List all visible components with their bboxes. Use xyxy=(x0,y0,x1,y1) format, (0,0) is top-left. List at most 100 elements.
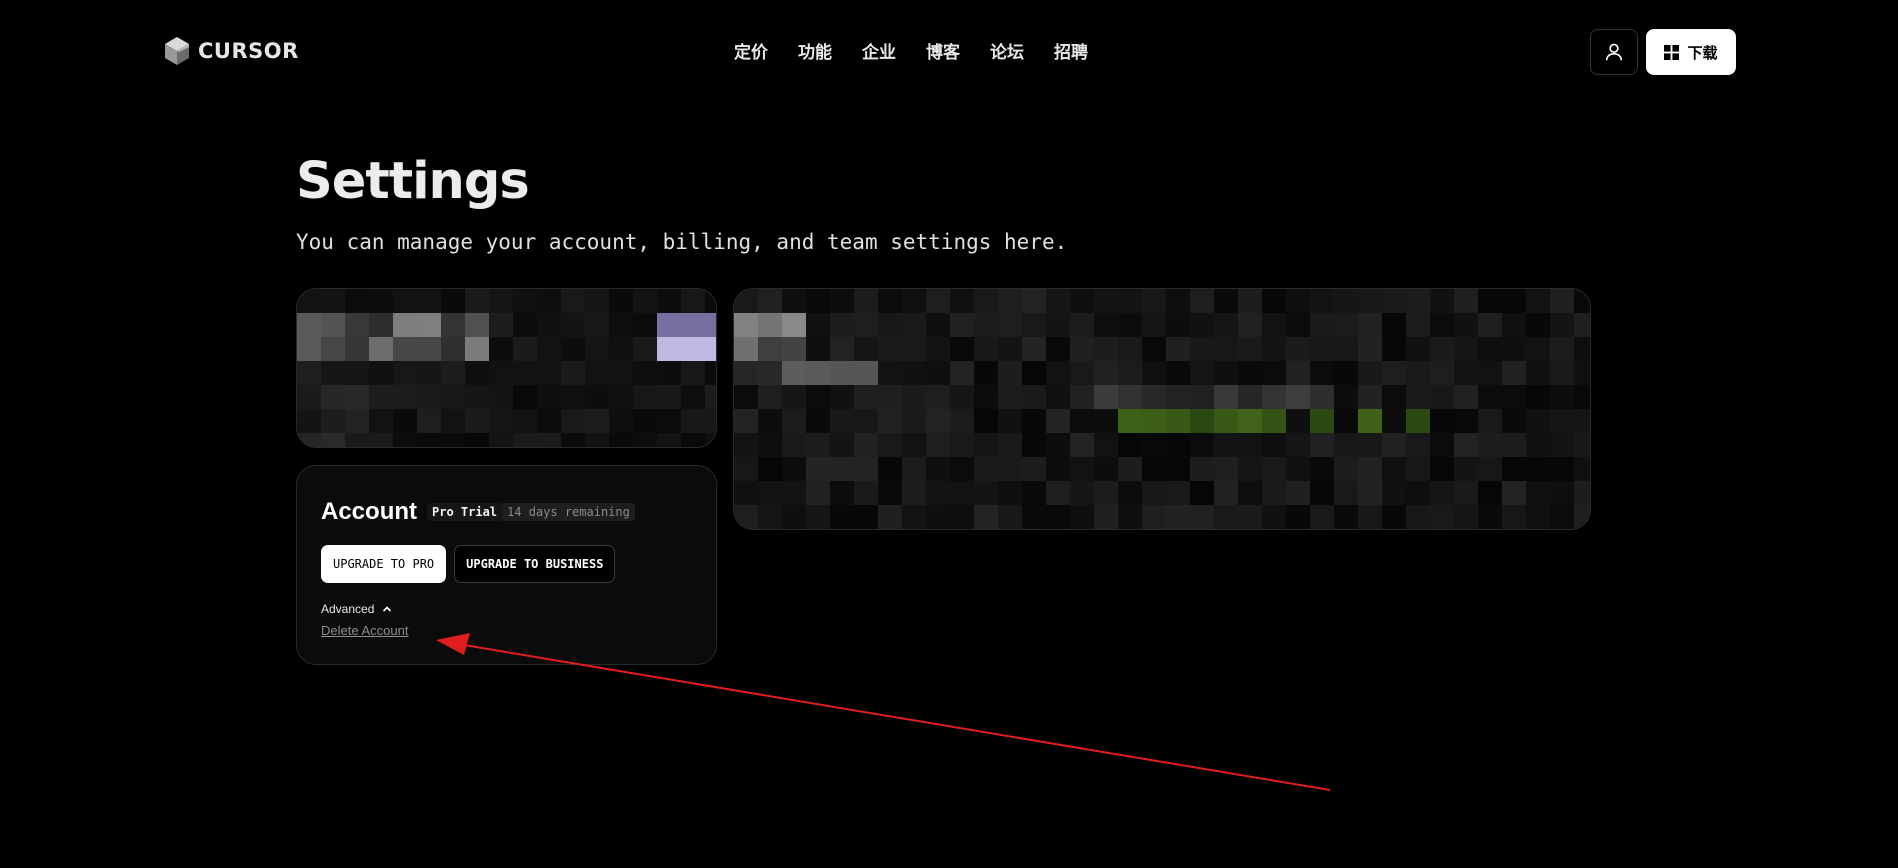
redacted-pixel xyxy=(830,289,854,313)
redacted-pixel xyxy=(1166,313,1190,337)
redacted-pixel xyxy=(1142,409,1166,433)
nav-item-enterprise[interactable]: 企业 xyxy=(862,38,896,63)
account-header: Account Pro Trial 14 days remaining xyxy=(321,498,635,526)
redacted-pixel xyxy=(902,409,926,433)
redacted-pixel xyxy=(681,289,705,313)
advanced-toggle[interactable]: Advanced xyxy=(321,602,393,616)
redacted-pixel xyxy=(609,433,633,447)
redacted-pixel xyxy=(806,409,830,433)
redacted-pixel xyxy=(1502,337,1526,361)
redacted-pixel xyxy=(345,361,369,385)
nav-item-features[interactable]: 功能 xyxy=(798,38,832,63)
redacted-pixel xyxy=(1142,481,1166,505)
redacted-pixel xyxy=(345,337,369,361)
redacted-pixel xyxy=(1262,289,1286,313)
redacted-pixel xyxy=(1454,385,1478,409)
redacted-pixel xyxy=(1478,457,1502,481)
account-button[interactable] xyxy=(1590,29,1638,75)
redacted-pixel xyxy=(806,505,830,529)
redacted-pixel xyxy=(681,409,705,433)
redacted-pixel xyxy=(561,361,585,385)
redacted-pixel xyxy=(1022,481,1046,505)
redacted-pixel xyxy=(1382,481,1406,505)
redacted-pixel xyxy=(854,289,878,313)
redacted-pixel xyxy=(1166,289,1190,313)
redacted-pixel xyxy=(561,313,585,337)
redacted-pixel xyxy=(758,481,782,505)
redacted-pixel xyxy=(950,505,974,529)
redacted-pixel xyxy=(1214,313,1238,337)
cursor-logo[interactable]: CURSOR xyxy=(164,36,299,66)
redacted-pixel xyxy=(585,361,609,385)
redacted-pixel xyxy=(657,337,681,361)
redacted-pixel xyxy=(1190,361,1214,385)
redacted-pixel xyxy=(1310,313,1334,337)
redacted-pixel xyxy=(1214,457,1238,481)
redacted-pixel xyxy=(705,289,716,313)
redacted-pixel xyxy=(1406,481,1430,505)
redacted-pixel xyxy=(734,337,758,361)
redacted-pixel xyxy=(1166,433,1190,457)
redacted-pixel xyxy=(1478,433,1502,457)
nav-item-forum[interactable]: 论坛 xyxy=(990,38,1024,63)
redacted-pixel xyxy=(705,385,716,409)
redacted-pixel xyxy=(1046,433,1070,457)
redacted-pixel xyxy=(782,385,806,409)
redacted-pixel xyxy=(1022,361,1046,385)
redacted-pixel xyxy=(321,289,345,313)
redacted-pixel xyxy=(633,313,657,337)
nav-item-blog[interactable]: 博客 xyxy=(926,38,960,63)
redacted-pixel xyxy=(974,337,998,361)
redacted-pixel xyxy=(1022,457,1046,481)
redacted-pixel xyxy=(1334,433,1358,457)
redacted-pixel xyxy=(1382,337,1406,361)
nav-item-pricing[interactable]: 定价 xyxy=(734,38,768,63)
redacted-pixel xyxy=(1214,289,1238,313)
user-icon xyxy=(1605,43,1623,61)
redacted-pixel xyxy=(974,505,998,529)
redacted-pixel xyxy=(1070,409,1094,433)
redacted-pixel xyxy=(1358,505,1382,529)
redacted-pixel xyxy=(633,385,657,409)
redacted-pixel xyxy=(537,337,561,361)
redacted-pixel xyxy=(854,505,878,529)
redacted-pixel xyxy=(878,409,902,433)
redacted-pixel xyxy=(950,289,974,313)
redacted-pixel xyxy=(830,505,854,529)
redacted-pixel xyxy=(1286,361,1310,385)
redacted-pixel xyxy=(1094,313,1118,337)
download-button[interactable]: 下载 xyxy=(1646,29,1736,75)
redacted-pixel xyxy=(465,433,489,447)
redacted-pixel xyxy=(1334,481,1358,505)
redacted-pixel xyxy=(1262,385,1286,409)
redacted-pixel xyxy=(537,289,561,313)
delete-account-link[interactable]: Delete Account xyxy=(321,623,408,638)
redacted-pixel xyxy=(1262,457,1286,481)
redacted-pixel xyxy=(1334,361,1358,385)
redacted-pixel xyxy=(1430,457,1454,481)
redacted-pixel xyxy=(633,289,657,313)
redacted-pixel xyxy=(782,481,806,505)
nav-item-careers[interactable]: 招聘 xyxy=(1054,38,1088,63)
cursor-cube-logo-icon xyxy=(165,37,189,65)
redacted-pixel xyxy=(297,361,321,385)
redacted-pixel xyxy=(1334,313,1358,337)
redacted-pixel xyxy=(1430,481,1454,505)
upgrade-to-pro-button[interactable]: UPGRADE TO PRO xyxy=(321,545,447,583)
redacted-pixel xyxy=(1166,457,1190,481)
redacted-pixel xyxy=(1454,409,1478,433)
redacted-pixel xyxy=(998,361,1022,385)
upgrade-to-business-button[interactable]: UPGRADE TO BUSINESS xyxy=(454,545,616,583)
redacted-pixel xyxy=(1454,313,1478,337)
redacted-pixel xyxy=(758,337,782,361)
redacted-pixel xyxy=(585,385,609,409)
redacted-pixel xyxy=(782,361,806,385)
redacted-pixel xyxy=(1502,433,1526,457)
redacted-pixel xyxy=(854,409,878,433)
redacted-pixel xyxy=(297,289,321,313)
redacted-pixel xyxy=(1406,313,1430,337)
redacted-pixel xyxy=(417,289,441,313)
redacted-pixel xyxy=(441,289,465,313)
redacted-pixel xyxy=(465,313,489,337)
redacted-pixel xyxy=(1406,289,1430,313)
